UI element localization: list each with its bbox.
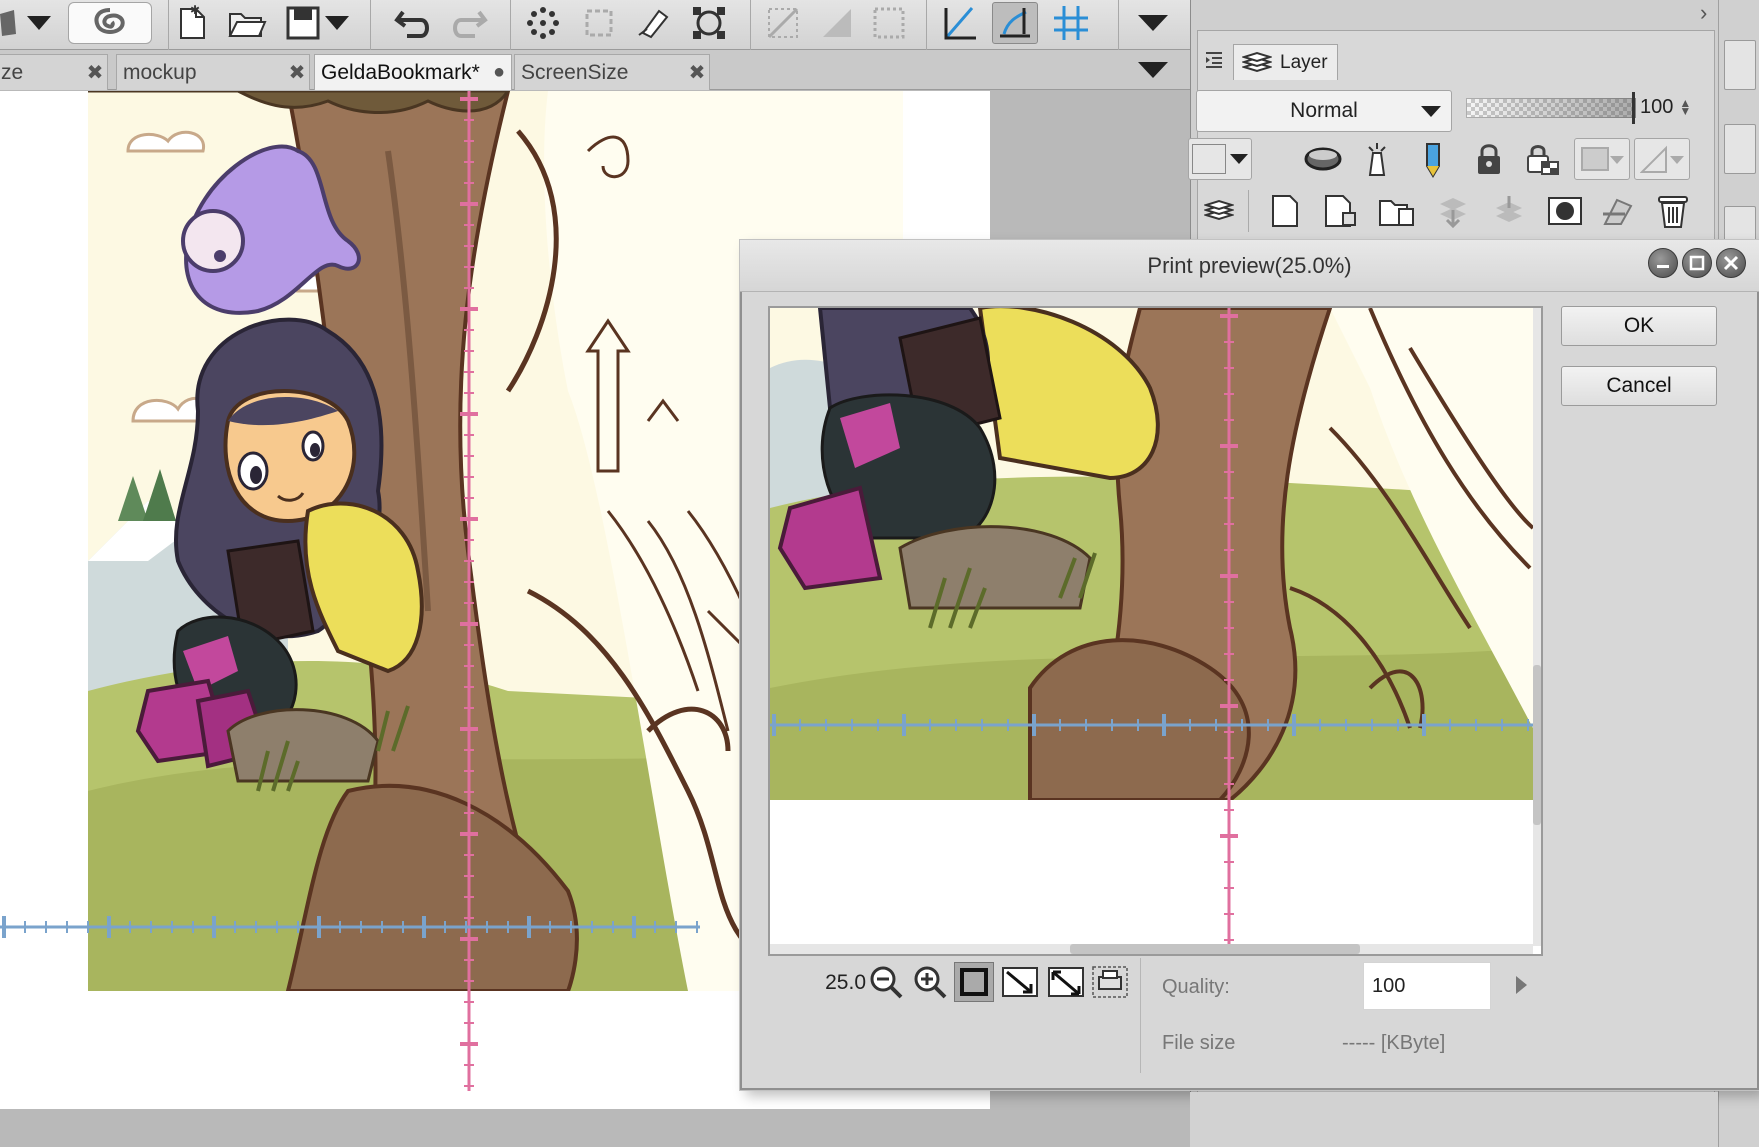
new-vector-layer-icon[interactable]: [1318, 190, 1364, 232]
preview-vertical-scroll-thumb[interactable]: [1533, 665, 1541, 825]
tab-screensize[interactable]: ScreenSize ✖: [514, 54, 710, 90]
snap-ruler-icon[interactable]: [992, 2, 1038, 44]
save-dropdown-icon[interactable]: [320, 2, 354, 44]
zoom-value: 25.0: [825, 971, 866, 994]
dialog-title-bar[interactable]: Print preview(25.0%): [740, 240, 1759, 292]
merge-visible-icon[interactable]: [1486, 190, 1532, 232]
blend-mode-select[interactable]: Normal: [1196, 90, 1452, 132]
close-icon[interactable]: [1716, 248, 1746, 278]
undo-icon[interactable]: [390, 2, 436, 44]
file-size-label: File size: [1162, 1032, 1236, 1054]
dock-button-2[interactable]: [1724, 124, 1756, 174]
lasso-icon[interactable]: [68, 2, 152, 44]
delete-layer-icon[interactable]: [1650, 190, 1696, 232]
tab-label: GeldaBookmark*: [321, 60, 480, 84]
stepper-icon[interactable]: ▲ ▼: [1679, 97, 1691, 117]
maximize-icon[interactable]: [1682, 248, 1712, 278]
actual-size-icon[interactable]: [1046, 962, 1086, 1002]
blend-mode-value: Normal: [1290, 99, 1358, 122]
horizontal-ruler-guide[interactable]: [0, 916, 700, 938]
chevron-down-icon: [1421, 106, 1441, 117]
unsaved-dot-icon[interactable]: ●: [487, 61, 511, 84]
opacity-field[interactable]: 100 ▲ ▼: [1640, 92, 1700, 122]
new-folder-icon[interactable]: [1374, 190, 1420, 232]
fill-dots-icon[interactable]: [520, 2, 566, 44]
quality-label: Quality:: [1162, 976, 1230, 998]
document-tabs: ze ✖ mockup ✖ GeldaBookmark* ● ScreenSiz…: [0, 50, 1190, 90]
minimize-icon[interactable]: [1648, 248, 1678, 278]
fit-width-icon[interactable]: [1000, 962, 1040, 1002]
tabs-overflow-icon[interactable]: [1138, 62, 1168, 78]
redo-icon[interactable]: [446, 2, 492, 44]
toolbar-more-icon[interactable]: [1130, 2, 1176, 44]
close-icon[interactable]: ✖: [83, 60, 107, 85]
svg-text:✱: ✱: [190, 5, 200, 17]
layer-mask-icon[interactable]: [1542, 190, 1588, 232]
cancel-button[interactable]: Cancel: [1561, 366, 1717, 406]
reference-layer-icon[interactable]: [1354, 138, 1400, 180]
merge-down-icon[interactable]: [1430, 190, 1476, 232]
ruler-hide-icon[interactable]: [760, 2, 806, 44]
panel-collapse-icon[interactable]: ›: [1700, 0, 1720, 25]
transform-icon[interactable]: [686, 2, 732, 44]
opacity-value: 100: [1640, 95, 1674, 118]
brush-settings-icon[interactable]: [0, 2, 22, 44]
tab-mockup[interactable]: mockup ✖: [116, 54, 310, 90]
close-icon[interactable]: ✖: [685, 60, 709, 85]
tab-label: ScreenSize: [521, 60, 629, 84]
apply-mask-icon[interactable]: [1596, 190, 1642, 232]
mask-dropdown-icon[interactable]: [1574, 138, 1630, 180]
snap-grid-icon[interactable]: [1048, 2, 1094, 44]
tab-layer-label: Layer: [1280, 51, 1328, 73]
ruler-dropdown-icon[interactable]: [1634, 138, 1690, 180]
zoom-out-icon[interactable]: [866, 962, 906, 1002]
layers-icon: [1242, 51, 1272, 75]
quality-arrow-icon[interactable]: [1516, 976, 1527, 994]
tab-layer[interactable]: Layer: [1233, 44, 1338, 80]
vertical-ruler-guide[interactable]: [460, 91, 478, 1091]
opacity-slider-fill: [1466, 98, 1636, 118]
draft-layer-icon[interactable]: [1410, 138, 1456, 180]
dialog-divider: [1140, 958, 1141, 1073]
color-swatch-dropdown[interactable]: [1188, 138, 1252, 180]
preview-horizontal-scroll-thumb[interactable]: [1070, 944, 1360, 954]
new-raster-layer-icon[interactable]: [1262, 190, 1308, 232]
ok-button[interactable]: OK: [1561, 306, 1717, 346]
preview-vertical-scrollbar[interactable]: [1533, 308, 1541, 946]
fit-page-icon[interactable]: [954, 962, 994, 1002]
opacity-slider-handle[interactable]: [1632, 92, 1635, 124]
clear-icon[interactable]: [630, 2, 676, 44]
selection-icon[interactable]: [576, 2, 622, 44]
dialog-title: Print preview(25.0%): [1147, 252, 1352, 278]
clip-layer-icon[interactable]: [1300, 138, 1346, 180]
lock-icon[interactable]: [1466, 138, 1512, 180]
zoom-in-icon[interactable]: [910, 962, 950, 1002]
tab-geldabookmark[interactable]: GeldaBookmark* ●: [314, 54, 512, 90]
preview-vertical-ruler: [1220, 308, 1238, 944]
layer-property-icon[interactable]: [1196, 190, 1242, 232]
preview-horizontal-ruler: [770, 714, 1533, 736]
layer-list-area: [1190, 1092, 1718, 1147]
panel-menu-icon[interactable]: [1200, 46, 1228, 74]
grid-icon[interactable]: [866, 2, 912, 44]
quality-input[interactable]: 100: [1363, 962, 1491, 1010]
tab-label: mockup: [123, 60, 197, 84]
tab-ze[interactable]: ze ✖: [0, 54, 108, 90]
snap-special-ruler-icon[interactable]: [938, 2, 984, 44]
dock-button-1[interactable]: [1724, 40, 1756, 90]
main-toolbar: ✱: [0, 0, 1190, 50]
tab-label: ze: [1, 60, 24, 84]
close-icon[interactable]: ✖: [285, 60, 309, 85]
file-size-value: ----- [KByte]: [1342, 1032, 1446, 1054]
brush-dropdown-icon[interactable]: [22, 2, 56, 44]
new-file-icon[interactable]: ✱: [170, 2, 216, 44]
lock-transparent-icon[interactable]: [1520, 138, 1566, 180]
ruler-icon[interactable]: [814, 2, 860, 44]
open-file-icon[interactable]: [224, 2, 270, 44]
print-size-icon[interactable]: [1090, 962, 1130, 1002]
